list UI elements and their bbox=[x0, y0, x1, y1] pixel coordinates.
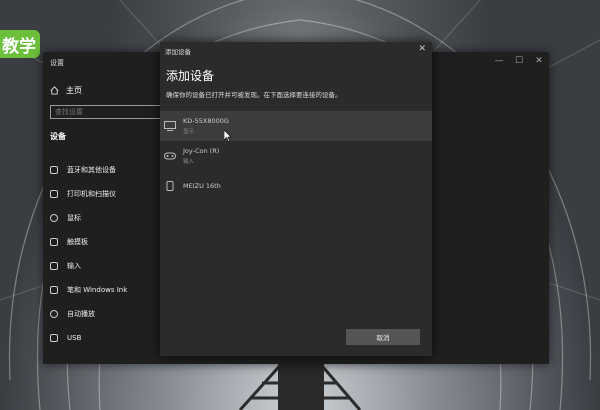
keyboard-icon bbox=[50, 262, 58, 270]
phone-icon bbox=[166, 181, 174, 191]
bluetooth-devices-icon bbox=[50, 166, 58, 174]
section-label: 设备 bbox=[50, 132, 66, 141]
sidebar-item-label: 触摸板 bbox=[67, 238, 88, 246]
device-list: KD-55X8000G 显示 Joy-Con (R) 输入 MEIZU 16th bbox=[160, 111, 432, 201]
gamepad-icon bbox=[164, 152, 176, 160]
sidebar-item-label: 鼠标 bbox=[67, 214, 81, 222]
sidebar-item-touchpad[interactable]: 触摸板 bbox=[50, 230, 127, 254]
home-label: 主页 bbox=[66, 86, 82, 95]
device-name: Joy-Con (R) bbox=[183, 147, 220, 155]
window-controls: — ☐ ✕ bbox=[489, 52, 549, 70]
home-nav-item[interactable]: 主页 bbox=[50, 85, 82, 96]
device-name: KD-55X8000G bbox=[183, 117, 229, 125]
brand-text: 教学 bbox=[2, 36, 36, 57]
home-icon bbox=[50, 86, 59, 95]
device-item-joycon[interactable]: Joy-Con (R) 输入 bbox=[160, 141, 432, 171]
cancel-button[interactable]: 取消 bbox=[346, 329, 420, 345]
device-status: 输入 bbox=[183, 159, 195, 165]
close-button[interactable]: ✕ bbox=[529, 52, 549, 70]
sidebar-item-pen[interactable]: 笔和 Windows Ink bbox=[50, 278, 127, 302]
add-device-dialog: 添加设备 ✕ 添加设备 确保你的设备已打开并可被发现。在下面选择要连接的设备。 … bbox=[160, 42, 432, 356]
sidebar-item-bluetooth[interactable]: 蓝牙和其他设备 bbox=[50, 158, 127, 182]
autoplay-icon bbox=[50, 310, 58, 318]
dialog-titlebar: 添加设备 ✕ bbox=[160, 42, 432, 58]
mouse-cursor-icon bbox=[224, 130, 232, 142]
sidebar-item-label: 打印机和扫描仪 bbox=[67, 190, 116, 198]
sidebar-item-label: 自动播放 bbox=[67, 310, 95, 318]
sidebar-item-label: USB bbox=[67, 334, 82, 342]
pen-icon bbox=[50, 286, 58, 294]
sidebar-item-autoplay[interactable]: 自动播放 bbox=[50, 302, 127, 326]
touchpad-icon bbox=[50, 238, 58, 246]
settings-search-input[interactable] bbox=[50, 105, 162, 119]
monitor-icon bbox=[164, 121, 176, 131]
printer-icon bbox=[50, 190, 58, 198]
device-item-phone[interactable]: MEIZU 16th bbox=[160, 171, 432, 201]
device-name: MEIZU 16th bbox=[183, 182, 221, 190]
dialog-close-button[interactable]: ✕ bbox=[418, 44, 426, 54]
brand-badge: 教学 bbox=[0, 30, 40, 58]
maximize-button[interactable]: ☐ bbox=[509, 52, 529, 70]
sidebar-item-label: 输入 bbox=[67, 262, 81, 270]
dialog-titlebar-text: 添加设备 bbox=[165, 48, 191, 56]
mouse-icon bbox=[50, 214, 58, 222]
device-status: 显示 bbox=[183, 129, 195, 135]
devices-nav-list: 蓝牙和其他设备 打印机和扫描仪 鼠标 触摸板 输入 笔和 Windows Ink… bbox=[50, 158, 127, 350]
device-item-tv[interactable]: KD-55X8000G 显示 bbox=[160, 111, 432, 141]
settings-window-title: 设置 bbox=[50, 59, 64, 67]
dialog-heading: 添加设备 bbox=[166, 69, 215, 83]
sidebar-item-label: 蓝牙和其他设备 bbox=[67, 166, 116, 174]
sidebar-item-mouse[interactable]: 鼠标 bbox=[50, 206, 127, 230]
sidebar-item-usb[interactable]: USB bbox=[50, 326, 127, 350]
dialog-description: 确保你的设备已打开并可被发现。在下面选择要连接的设备。 bbox=[166, 91, 342, 99]
sidebar-item-typing[interactable]: 输入 bbox=[50, 254, 127, 278]
usb-icon bbox=[50, 334, 58, 342]
sidebar-item-printers[interactable]: 打印机和扫描仪 bbox=[50, 182, 127, 206]
minimize-button[interactable]: — bbox=[489, 52, 509, 70]
sidebar-item-label: 笔和 Windows Ink bbox=[67, 286, 128, 294]
